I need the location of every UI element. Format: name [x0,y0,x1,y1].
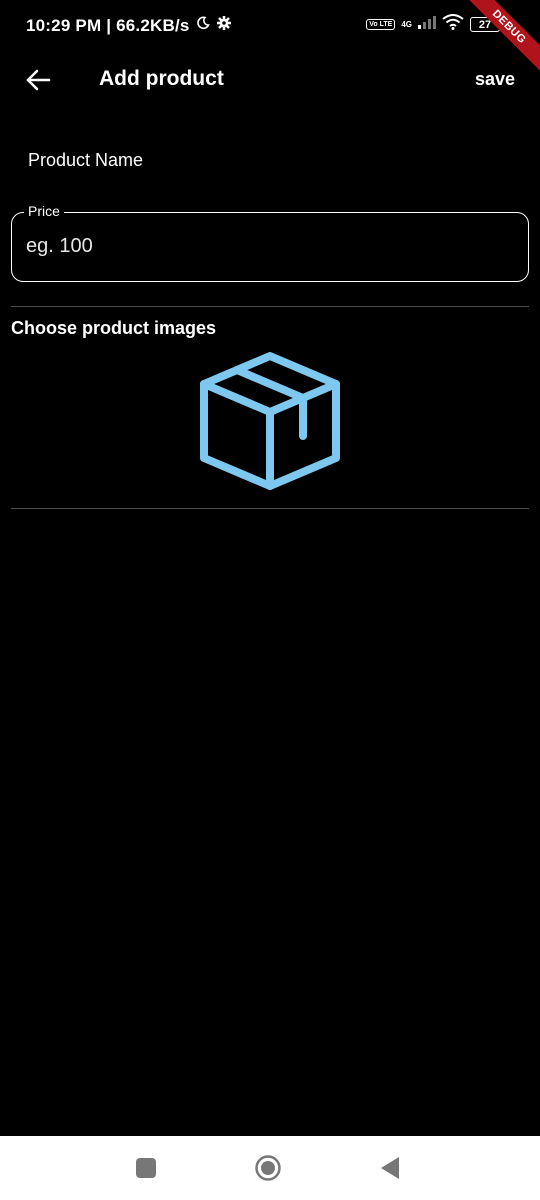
choose-images-button[interactable] [198,350,342,494]
status-left: 10:29 PM | 66.2KB/s [26,15,232,36]
triangle-back-icon [381,1157,399,1179]
status-right: Vo LTE 4G 27 [366,14,500,35]
status-bar: 10:29 PM | 66.2KB/s Vo LTE 4G 27 DEBUG [0,0,540,80]
price-input[interactable] [26,231,506,261]
moon-icon [196,16,210,35]
app-screen: 10:29 PM | 66.2KB/s Vo LTE 4G 27 DEBUG A… [0,0,540,1200]
recents-button[interactable] [130,1152,162,1184]
divider [11,306,529,307]
system-nav-bar [0,1136,540,1200]
divider [11,508,529,509]
back-button[interactable] [22,64,54,96]
wifi-icon [442,14,464,35]
signal-icon [418,15,436,34]
network-type: 4G [401,20,412,29]
app-bar: Add product save [0,52,540,108]
status-time: 10:29 PM | 66.2KB/s [26,15,190,35]
volte-badge: Vo LTE [366,19,396,30]
back-arrow-icon [26,69,51,91]
price-label: Price [24,203,64,219]
gear-icon [216,15,232,36]
save-button[interactable]: save [475,69,515,90]
price-field[interactable]: Price [11,203,529,282]
home-button[interactable] [252,1152,284,1184]
square-icon [136,1158,156,1178]
back-nav-button[interactable] [374,1152,406,1184]
circle-icon [255,1155,281,1181]
product-name-field[interactable]: Product Name [28,150,143,171]
page-title: Add product [99,67,224,90]
box-icon [200,352,340,490]
images-section-title: Choose product images [11,318,217,338]
